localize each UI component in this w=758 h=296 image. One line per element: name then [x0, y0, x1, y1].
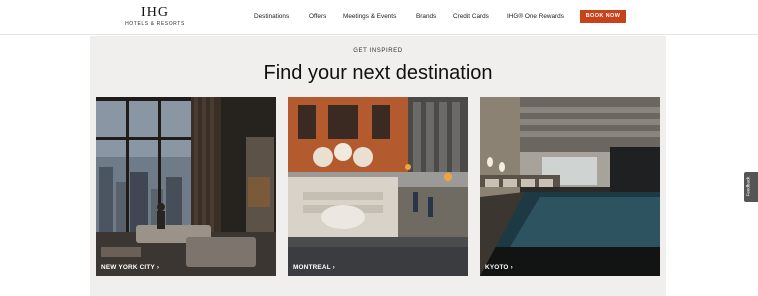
destination-label: NEW YORK CITY › [101, 264, 160, 271]
new-york-image [96, 97, 276, 276]
nav-credit-cards[interactable]: Credit Cards [453, 13, 489, 20]
nav-offers[interactable]: Offers [309, 13, 326, 20]
nav-destinations[interactable]: Destinations [254, 13, 289, 20]
kyoto-image [480, 97, 660, 276]
feedback-tab[interactable]: Feedback [744, 172, 758, 202]
feedback-label: Feedback [745, 176, 751, 197]
nav-meetings-events[interactable]: Meetings & Events [343, 13, 396, 20]
book-now-button[interactable]: BOOK NOW [580, 10, 626, 23]
destination-card-montreal[interactable]: MONTREAL › [288, 97, 468, 276]
destination-card-new-york[interactable]: NEW YORK CITY › [96, 97, 276, 276]
nav-ihg-one-rewards[interactable]: IHG® One Rewards [507, 13, 564, 20]
destination-card-kyoto[interactable]: KYOTO › [480, 97, 660, 276]
destination-label: KYOTO › [485, 264, 513, 271]
section-eyebrow: GET INSPIRED [353, 48, 403, 54]
site-header: IHG HOTELS & RESORTS Destinations Offers… [0, 0, 758, 35]
destination-label: MONTREAL › [293, 264, 335, 271]
montreal-image [288, 97, 468, 276]
section-headline: Find your next destination [263, 62, 493, 84]
inspiration-section: GET INSPIRED Find your next destination [90, 36, 666, 296]
nav-brands[interactable]: Brands [416, 13, 436, 20]
main-nav: Destinations Offers Meetings & Events Br… [0, 13, 758, 23]
